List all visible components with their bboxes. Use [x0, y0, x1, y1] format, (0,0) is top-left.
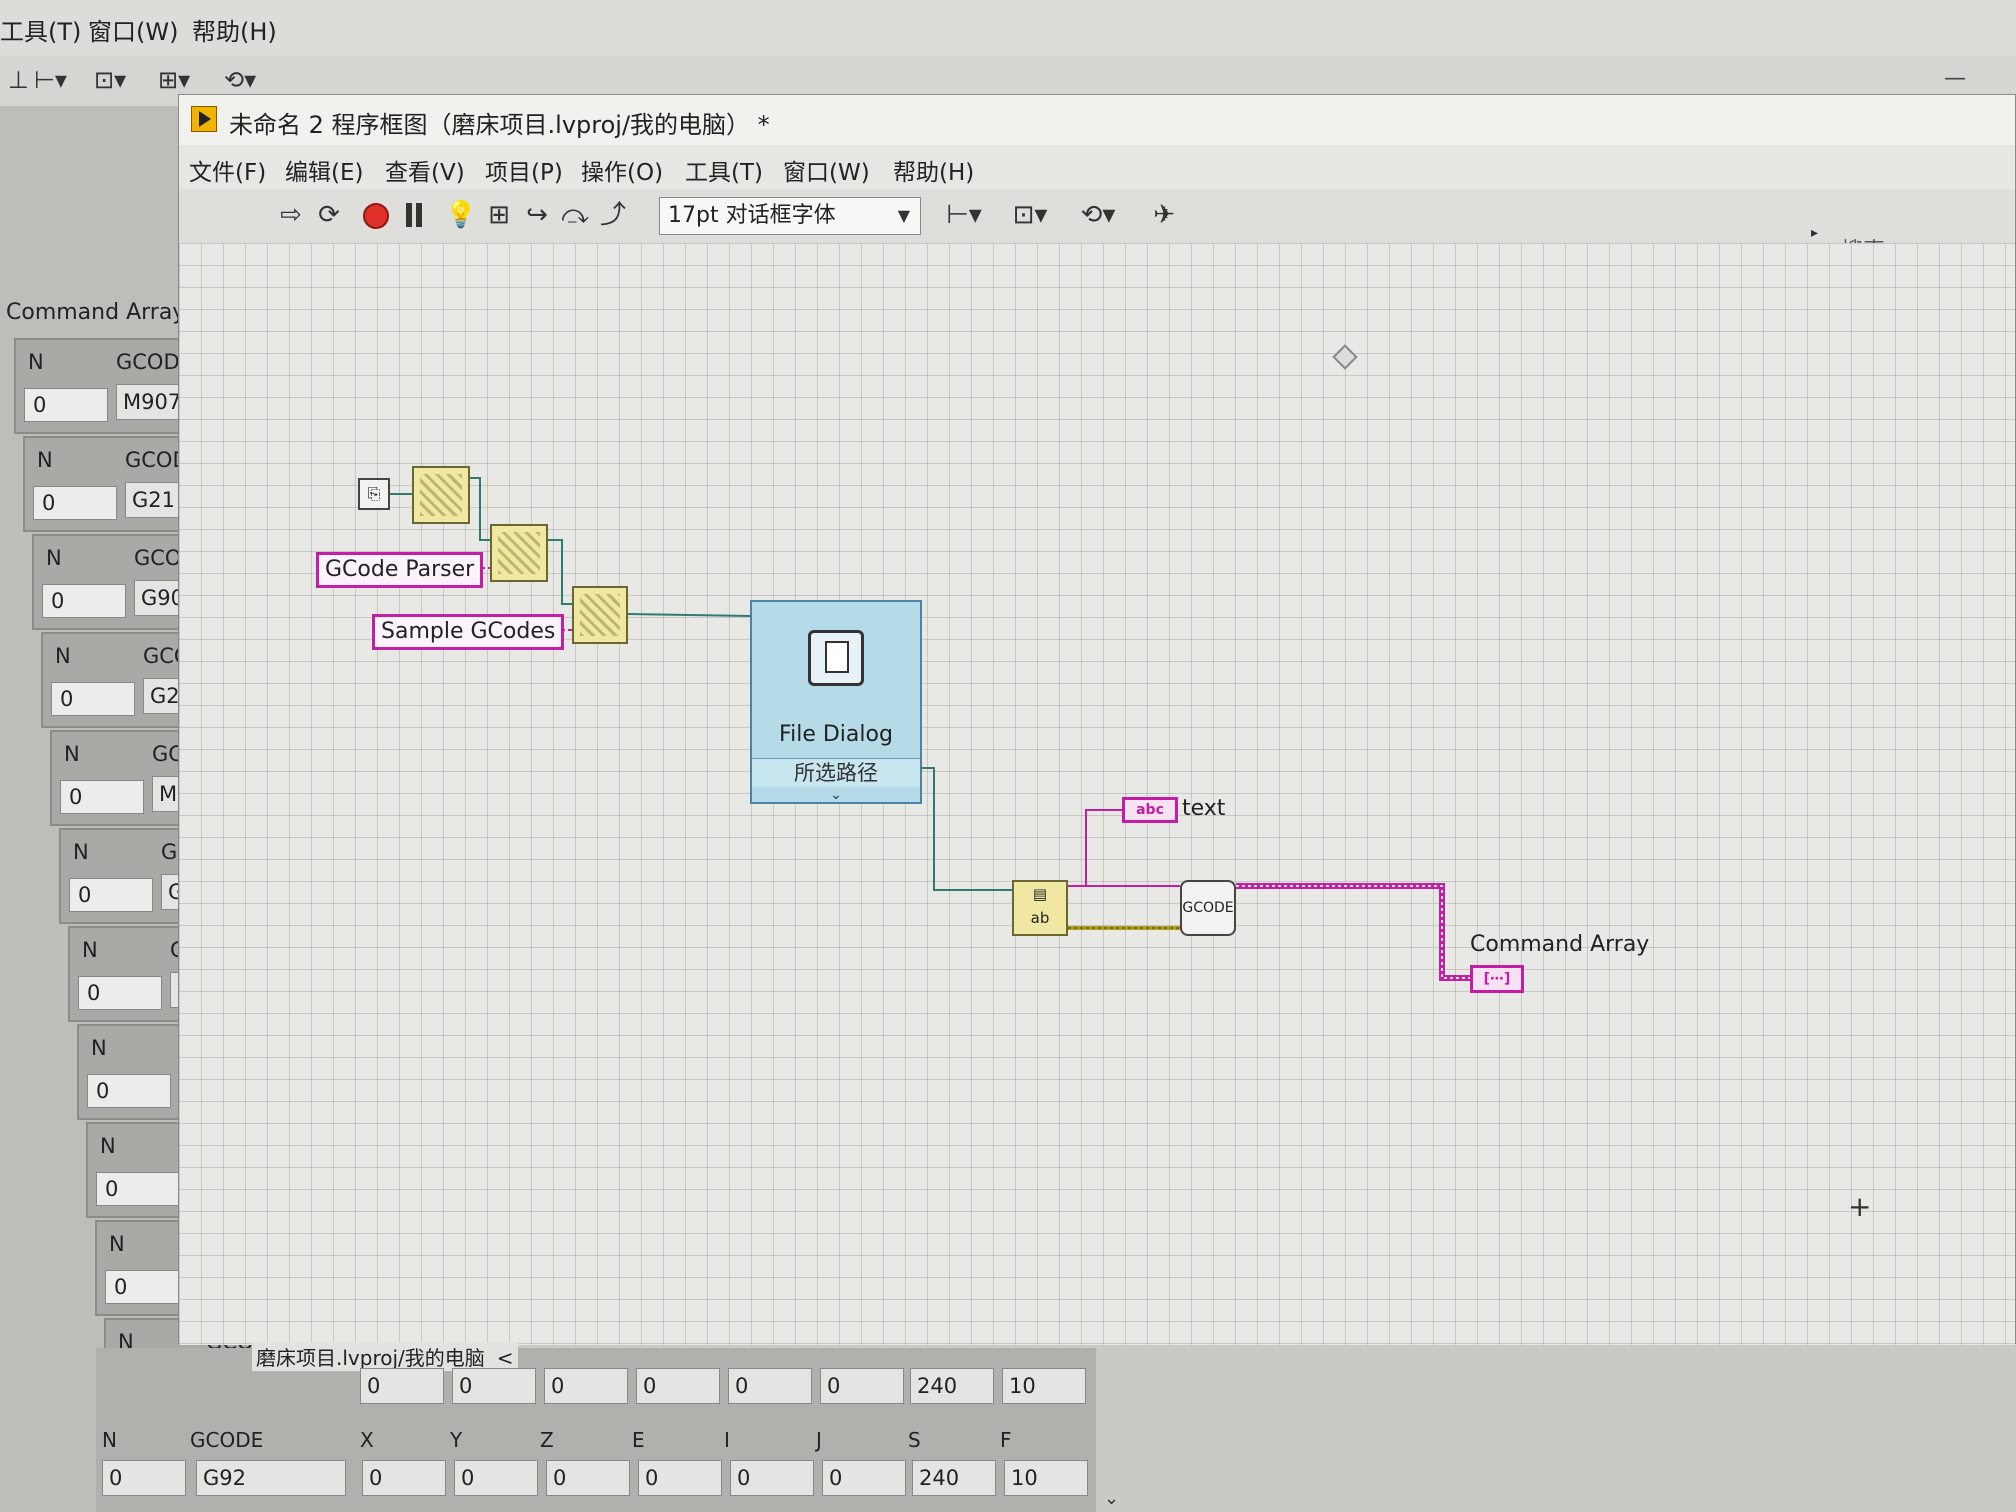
build-path-node-3[interactable] [572, 586, 628, 644]
table-header: E [632, 1428, 645, 1452]
table-header: Z [540, 1428, 554, 1452]
table-cell[interactable]: 240 [910, 1368, 994, 1404]
crosshair-cursor-icon: + [1848, 1190, 1872, 1223]
table-header: GCODE [190, 1428, 264, 1452]
read-text-file-glyph: ab [1030, 909, 1050, 927]
table-cell[interactable]: 0 [360, 1368, 444, 1404]
table-cell[interactable]: 0 [822, 1460, 906, 1496]
table-cell[interactable]: 0 [102, 1460, 186, 1496]
read-text-file-icon: ▤ [1032, 885, 1048, 903]
table-cell[interactable]: G92 [196, 1460, 346, 1496]
table-cell[interactable]: 0 [546, 1460, 630, 1496]
file-dialog-label: File Dialog [779, 722, 893, 747]
table-cell[interactable]: 0 [730, 1460, 814, 1496]
file-dialog-output-terminal[interactable]: 所选路径 [752, 758, 920, 787]
table-header: J [816, 1428, 822, 1452]
diagram-wires [390, 477, 1470, 981]
wire-cluster-array-core [1236, 885, 1470, 979]
table-header: S [908, 1428, 921, 1452]
sample-gcodes-constant[interactable]: Sample GCodes [372, 614, 565, 650]
chevron-left-icon[interactable]: < [497, 1346, 514, 1370]
project-path-tab[interactable]: 磨床项目.lvproj/我的电脑 < [252, 1342, 518, 1371]
file-dialog-icon [808, 630, 864, 686]
table-cell[interactable]: 0 [452, 1368, 536, 1404]
table-header: Y [450, 1428, 463, 1452]
table-cell[interactable]: 0 [638, 1460, 722, 1496]
table-cell[interactable]: 10 [1002, 1368, 1086, 1404]
wire-path-5[interactable] [922, 767, 1012, 891]
project-path-text: 磨床项目.lvproj/我的电脑 [256, 1346, 485, 1370]
text-indicator-label: text [1182, 796, 1226, 821]
gcode-parser-constant[interactable]: GCode Parser [316, 552, 484, 588]
chevron-down-icon[interactable]: ⌄ [752, 788, 920, 802]
command-array-indicator-terminal[interactable]: [⋯] [1470, 965, 1524, 993]
table-cell[interactable]: 0 [728, 1368, 812, 1404]
read-text-file-node[interactable]: ▤ ab [1012, 880, 1068, 936]
build-path-node-2[interactable] [490, 524, 548, 582]
table-cell[interactable]: 0 [544, 1368, 628, 1404]
file-dialog-express-vi[interactable]: File Dialog 所选路径 ⌄ [750, 600, 922, 804]
gcode-subvi-node[interactable]: GCODE [1180, 880, 1236, 936]
table-header: X [360, 1428, 374, 1452]
wire-path-4[interactable] [627, 613, 751, 617]
build-path-node-1[interactable] [412, 466, 470, 524]
table-cell[interactable]: 0 [636, 1368, 720, 1404]
table-header: I [724, 1428, 730, 1452]
table-header: N [102, 1428, 117, 1452]
vi-path-constant[interactable]: ⎘ [358, 478, 390, 510]
wire-path-2[interactable] [470, 477, 490, 541]
table-cell[interactable]: 0 [820, 1368, 904, 1404]
wire-string-text[interactable] [1068, 809, 1122, 887]
wire-cluster-array[interactable] [1236, 883, 1470, 981]
table-cell[interactable]: 0 [454, 1460, 538, 1496]
wire-path-3[interactable] [548, 539, 572, 605]
table-cell[interactable]: 240 [912, 1460, 996, 1496]
table-header: F [1000, 1428, 1012, 1452]
table-cell[interactable]: 0 [362, 1460, 446, 1496]
text-indicator-terminal[interactable]: abc [1122, 797, 1178, 823]
table-cell[interactable]: 10 [1004, 1460, 1088, 1496]
command-array-label: Command Array [1470, 932, 1650, 957]
chevron-down-icon[interactable]: ⌄ [1104, 1488, 1119, 1509]
